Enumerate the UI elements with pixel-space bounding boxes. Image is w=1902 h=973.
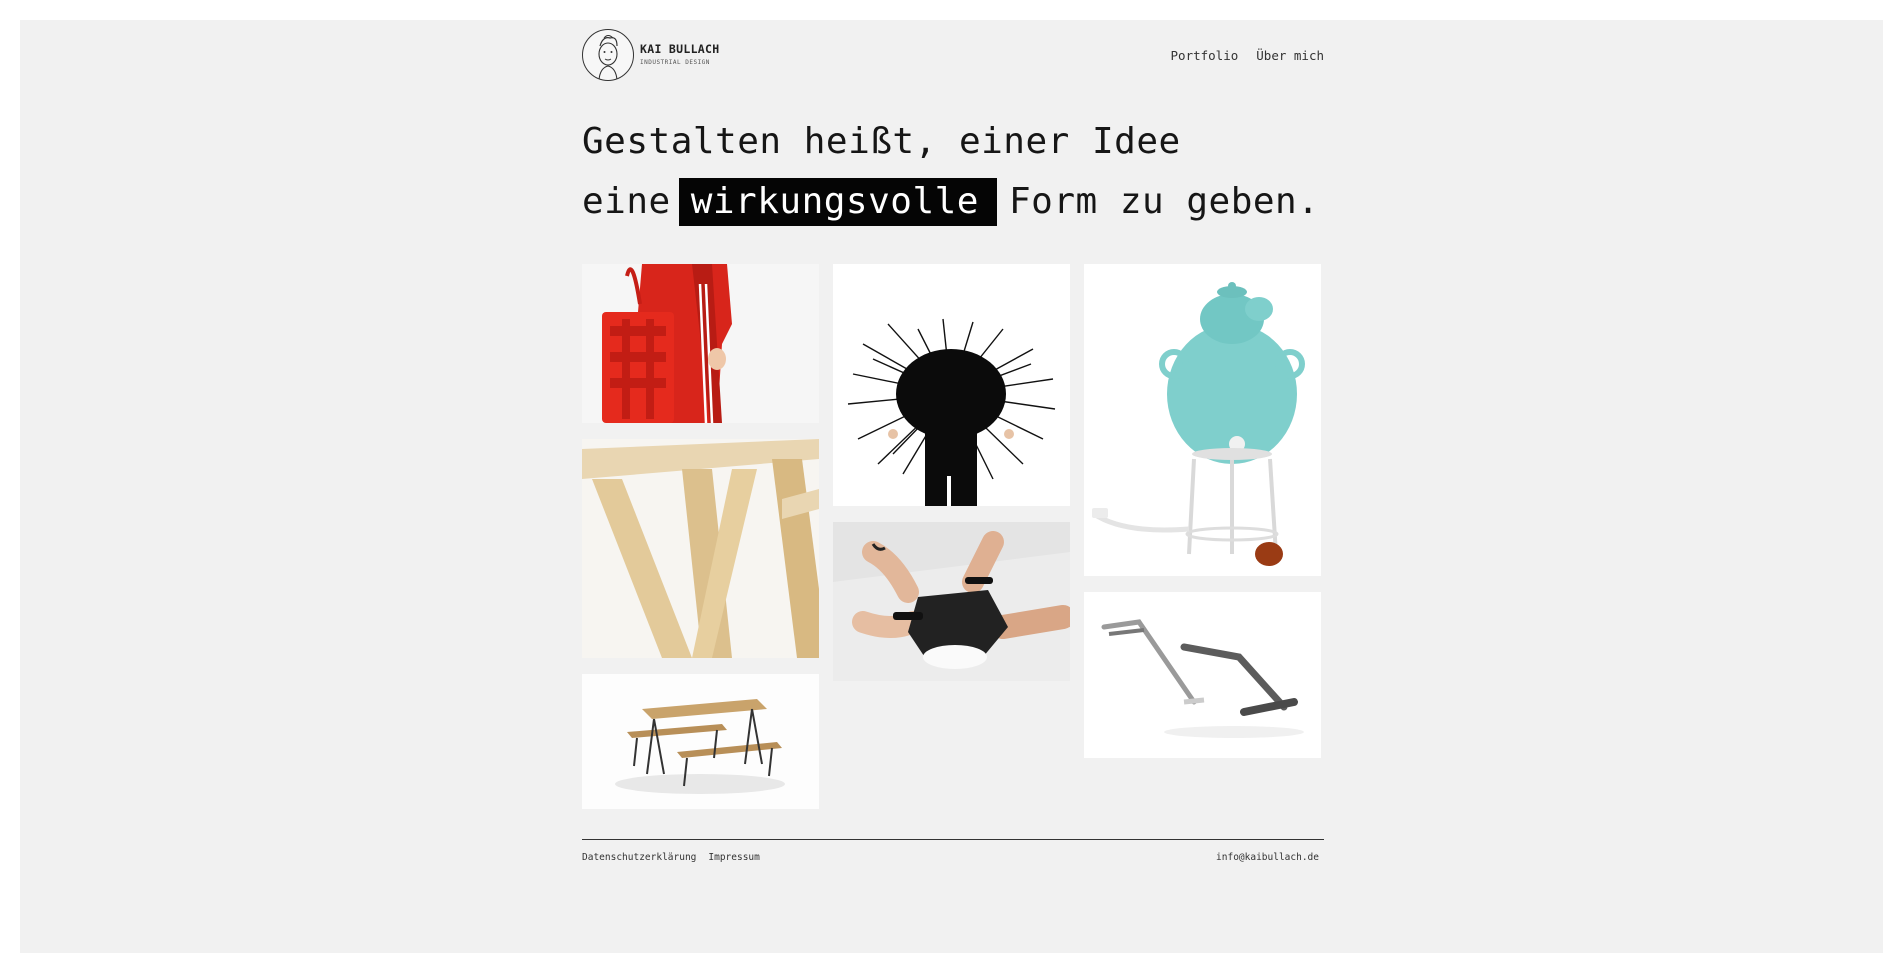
footer-links: Datenschutzerklärung Impressum [582,852,760,863]
nav-portfolio[interactable]: Portfolio [1171,48,1239,63]
nav-about[interactable]: Über mich [1256,48,1324,63]
portfolio-tile-brush-costume[interactable] [833,264,1070,506]
footer-link-privacy[interactable]: Datenschutzerklärung [582,852,696,863]
main-nav: Portfolio Über mich [1171,48,1324,63]
portfolio-column-1 [582,264,819,825]
portfolio-tile-samovar[interactable] [1084,264,1321,576]
avatar-portrait-icon [582,29,634,81]
headline-line-1: Gestalten heißt, einer Idee [582,121,1181,162]
samovar-image [1084,264,1321,576]
brush-costume-image [833,264,1070,506]
footer-email-link[interactable]: info@kaibullach.de [1216,852,1319,863]
metal-stand-image [1084,592,1321,758]
beer-bench-image [582,674,819,809]
headline-highlight: wirkungsvolle [678,178,997,226]
headline-line-2-start: eine [582,181,671,222]
portfolio-tile-metal-stand[interactable] [1084,592,1321,758]
portfolio-column-2 [833,264,1070,697]
footer-divider [582,839,1324,840]
red-bag-image [582,264,819,423]
portfolio-tile-hands-device[interactable] [833,522,1070,681]
portfolio-tile-red-bag[interactable] [582,264,819,423]
page-frame: KAI BULLACH INDUSTRIAL DESIGN Portfolio … [20,20,1883,953]
site-logo[interactable]: KAI BULLACH INDUSTRIAL DESIGN [582,29,719,81]
brand-subtitle: INDUSTRIAL DESIGN [640,58,710,66]
footer-link-imprint[interactable]: Impressum [708,852,759,863]
wooden-table-image [582,439,819,658]
headline-line-2-end: Form zu geben. [1008,181,1320,222]
portfolio-tile-beer-bench[interactable] [582,674,819,809]
hands-device-image [833,522,1070,681]
brand-name: KAI BULLACH [640,42,720,57]
brand: KAI BULLACH INDUSTRIAL DESIGN [640,44,719,66]
hero-headline: Gestalten heißt, einer Idee eine wirkungs… [582,112,1344,232]
portfolio-column-3 [1084,264,1321,774]
portfolio-tile-wooden-table[interactable] [582,439,819,658]
